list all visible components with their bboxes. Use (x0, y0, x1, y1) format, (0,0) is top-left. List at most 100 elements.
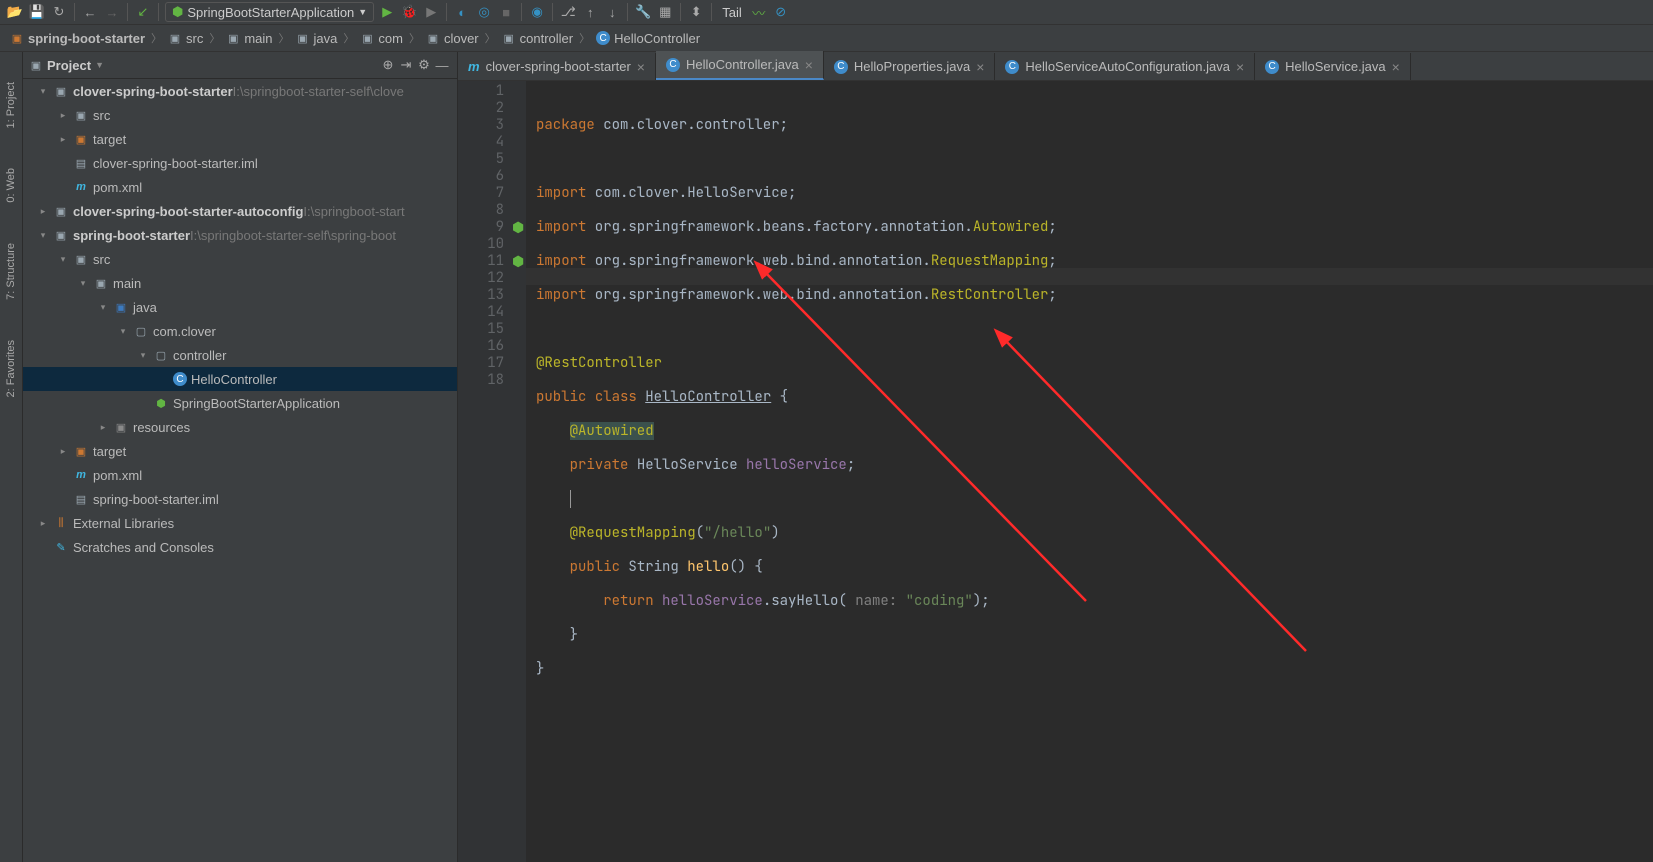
tree-node[interactable]: ▾▣src (23, 247, 457, 271)
gear-icon[interactable]: ⚙ (415, 56, 433, 74)
tree-node[interactable]: ▾▣clover-spring-boot-starter I:\springbo… (23, 79, 457, 103)
tool-window-button[interactable]: 1: Project (5, 82, 17, 128)
marker-bar: ⬢ ⬢ (510, 81, 526, 862)
expand-arrow-icon[interactable]: ▸ (37, 206, 49, 217)
project-title[interactable]: Project (47, 58, 91, 73)
tail-wave-icon[interactable]: 〰 (750, 3, 768, 21)
class-icon: C (666, 58, 680, 72)
tree-node[interactable]: ▸▣target (23, 439, 457, 463)
expand-arrow-icon[interactable]: ▾ (137, 350, 149, 361)
tree-node[interactable]: ▸⫼External Libraries (23, 511, 457, 535)
close-tab-icon[interactable]: × (1236, 59, 1244, 75)
tree-node[interactable]: ▸▣src (23, 103, 457, 127)
expand-arrow-icon[interactable]: ▾ (97, 302, 109, 313)
close-tab-icon[interactable]: × (637, 59, 645, 75)
editor-tab[interactable]: mclover-spring-boot-starter× (458, 53, 656, 80)
db-icon[interactable]: ◉ (528, 3, 546, 21)
git-branch-icon[interactable]: ⎇ (559, 3, 577, 21)
run-icon[interactable]: ▶ (378, 3, 396, 21)
folder-o-icon: ▣ (53, 83, 69, 99)
left-tool-strip: 1: Project 0: Web 7: Structure 2: Favorites (0, 52, 23, 862)
tool-window-button[interactable]: 2: Favorites (5, 340, 17, 397)
project-icon: ▣ (29, 58, 43, 72)
tree-node[interactable]: ✎Scratches and Consoles (23, 535, 457, 559)
breadcrumb-item[interactable]: ▣src (164, 31, 207, 46)
locate-icon[interactable]: ⊕ (379, 56, 397, 74)
code-content[interactable]: package com.clover.controller; import co… (526, 81, 1653, 862)
tree-node[interactable]: ▸▣target (23, 127, 457, 151)
editor-tab[interactable]: CHelloServiceAutoConfiguration.java× (995, 53, 1255, 80)
breadcrumb-item[interactable]: ▣main (222, 31, 276, 46)
expand-arrow-icon[interactable]: ▾ (77, 278, 89, 289)
line-number: 5 (458, 151, 504, 168)
tree-node[interactable]: ▾▣spring-boot-starter I:\springboot-star… (23, 223, 457, 247)
forward-icon[interactable]: → (103, 3, 121, 21)
close-tab-icon[interactable]: × (805, 57, 813, 73)
gutter-run-icon[interactable]: ⬢ (512, 219, 524, 231)
editor-tab[interactable]: CHelloController.java× (656, 51, 824, 80)
breadcrumb-item[interactable]: ▣spring-boot-starter (6, 31, 149, 46)
tail-label[interactable]: Tail (718, 5, 746, 20)
structure-icon[interactable]: ▦ (656, 3, 674, 21)
breadcrumb-item[interactable]: ▣clover (422, 31, 483, 46)
save-icon[interactable]: 💾 (28, 3, 46, 21)
stop-icon[interactable]: ■ (497, 3, 515, 21)
tree-node[interactable]: mpom.xml (23, 463, 457, 487)
git-pull-icon[interactable]: ↓ (603, 3, 621, 21)
collapse-icon[interactable]: ⇥ (397, 56, 415, 74)
run-config-selector[interactable]: ⬢ SpringBootStarterApplication ▼ (165, 2, 374, 22)
breadcrumb-item[interactable]: ▣java (292, 31, 342, 46)
back-icon[interactable]: ← (81, 3, 99, 21)
git-push-icon[interactable]: ↑ (581, 3, 599, 21)
tree-node[interactable]: ▤clover-spring-boot-starter.iml (23, 151, 457, 175)
expand-arrow-icon[interactable]: ▸ (57, 134, 69, 145)
expand-arrow-icon[interactable]: ▸ (37, 518, 49, 529)
close-tab-icon[interactable]: × (976, 59, 984, 75)
tree-label: com.clover (153, 324, 216, 339)
no-entry-icon[interactable]: ⊘ (772, 3, 790, 21)
wrench-icon[interactable]: 🔧 (634, 3, 652, 21)
tool-window-button[interactable]: 7: Structure (5, 243, 17, 300)
code-editor[interactable]: 123456789101112131415161718 ⬢ ⬢ package … (458, 81, 1653, 862)
vcs-update-icon[interactable]: ↙ (134, 3, 152, 21)
folder-o-icon: ▣ (53, 203, 69, 219)
editor-tab[interactable]: CHelloService.java× (1255, 53, 1411, 80)
editor-tab[interactable]: CHelloProperties.java× (824, 53, 996, 80)
tree-node[interactable]: ▤spring-boot-starter.iml (23, 487, 457, 511)
gutter-run-icon[interactable]: ⬢ (512, 253, 524, 265)
scratch-icon: ✎ (53, 539, 69, 555)
expand-arrow-icon[interactable]: ▾ (37, 230, 49, 241)
chevron-down-icon[interactable]: ▼ (95, 60, 104, 70)
profiler-icon[interactable]: ◐ (453, 3, 471, 21)
tree-node[interactable]: ▾▣java (23, 295, 457, 319)
tab-label: HelloProperties.java (854, 59, 970, 74)
tree-node[interactable]: mpom.xml (23, 175, 457, 199)
expand-arrow-icon[interactable]: ▸ (97, 422, 109, 433)
expand-arrow-icon[interactable]: ▾ (57, 254, 69, 265)
gauge-icon[interactable]: ◎ (475, 3, 493, 21)
tree-node[interactable]: ▾▢com.clover (23, 319, 457, 343)
refresh-icon[interactable]: ↻ (50, 3, 68, 21)
open-icon[interactable]: 📂 (6, 3, 24, 21)
run-coverage-icon[interactable]: ▶ (422, 3, 440, 21)
ant-icon[interactable]: ⬍ (687, 3, 705, 21)
tool-window-button[interactable]: 0: Web (5, 168, 17, 203)
hide-icon[interactable]: — (433, 56, 451, 74)
expand-arrow-icon[interactable]: ▸ (57, 110, 69, 121)
project-tree[interactable]: ▾▣clover-spring-boot-starter I:\springbo… (23, 79, 457, 862)
expand-arrow-icon[interactable]: ▾ (117, 326, 129, 337)
close-tab-icon[interactable]: × (1392, 59, 1400, 75)
breadcrumb-item[interactable]: ▣com (356, 31, 407, 46)
tree-node[interactable]: ▸▣clover-spring-boot-starter-autoconfig … (23, 199, 457, 223)
tree-node[interactable]: ▸▣resources (23, 415, 457, 439)
tree-node[interactable]: CHelloController (23, 367, 457, 391)
debug-icon[interactable]: 🐞 (400, 3, 418, 21)
breadcrumb-item[interactable]: ▣controller (498, 31, 577, 46)
tree-node[interactable]: ⬢SpringBootStarterApplication (23, 391, 457, 415)
expand-arrow-icon[interactable]: ▸ (57, 446, 69, 457)
line-number: 10 (458, 236, 504, 253)
expand-arrow-icon[interactable]: ▾ (37, 86, 49, 97)
tree-node[interactable]: ▾▣main (23, 271, 457, 295)
breadcrumb-item[interactable]: CHelloController (592, 31, 704, 46)
tree-node[interactable]: ▾▢controller (23, 343, 457, 367)
